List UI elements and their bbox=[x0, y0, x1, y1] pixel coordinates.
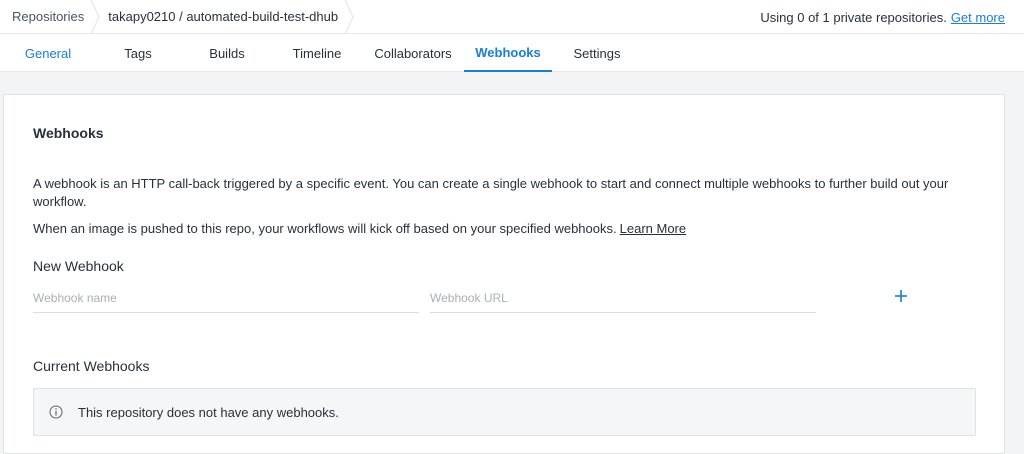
empty-webhooks-notice: This repository does not have any webhoo… bbox=[33, 388, 976, 436]
top-bar: Repositories takapy0210 / automated-buil… bbox=[0, 0, 1024, 34]
tab-settings[interactable]: Settings bbox=[564, 34, 630, 72]
get-more-link[interactable]: Get more bbox=[951, 10, 1005, 25]
breadcrumb-repositories-label[interactable]: Repositories bbox=[12, 9, 84, 24]
webhooks-panel: Webhooks A webhook is an HTTP call-back … bbox=[3, 94, 1005, 454]
tab-general[interactable]: General bbox=[13, 34, 83, 72]
learn-more-link[interactable]: Learn More bbox=[620, 221, 686, 236]
chevron-right-icon bbox=[90, 0, 100, 34]
tab-collaborators[interactable]: Collaborators bbox=[367, 34, 459, 72]
panel-title: Webhooks bbox=[33, 125, 104, 141]
tab-bar: General Tags Builds Timeline Collaborato… bbox=[0, 34, 1024, 72]
info-circle-icon bbox=[49, 405, 63, 419]
webhook-name-input[interactable] bbox=[33, 283, 419, 313]
tab-tags[interactable]: Tags bbox=[103, 34, 173, 72]
tab-timeline[interactable]: Timeline bbox=[279, 34, 355, 72]
breadcrumb-repo-label[interactable]: takapy0210 / automated-build-test-dhub bbox=[108, 9, 338, 24]
empty-message: This repository does not have any webhoo… bbox=[78, 404, 339, 420]
usage-info: Using 0 of 1 private repositories. Get m… bbox=[760, 0, 1005, 34]
tab-webhooks[interactable]: Webhooks bbox=[464, 34, 552, 72]
push-text: When an image is pushed to this repo, yo… bbox=[33, 221, 617, 236]
plus-icon[interactable] bbox=[892, 287, 910, 305]
webhook-url-input[interactable] bbox=[430, 283, 816, 313]
webhook-description: A webhook is an HTTP call-back triggered… bbox=[33, 176, 949, 209]
breadcrumb-repo[interactable]: takapy0210 / automated-build-test-dhub bbox=[100, 0, 354, 34]
usage-text: Using 0 of 1 private repositories. bbox=[760, 9, 947, 25]
current-webhooks-title: Current Webhooks bbox=[33, 358, 150, 374]
tab-builds[interactable]: Builds bbox=[192, 34, 262, 72]
new-webhook-title: New Webhook bbox=[33, 258, 124, 274]
chevron-right-icon bbox=[344, 0, 354, 34]
breadcrumb-repositories[interactable]: Repositories bbox=[0, 0, 100, 34]
push-description: When an image is pushed to this repo, yo… bbox=[33, 221, 686, 236]
